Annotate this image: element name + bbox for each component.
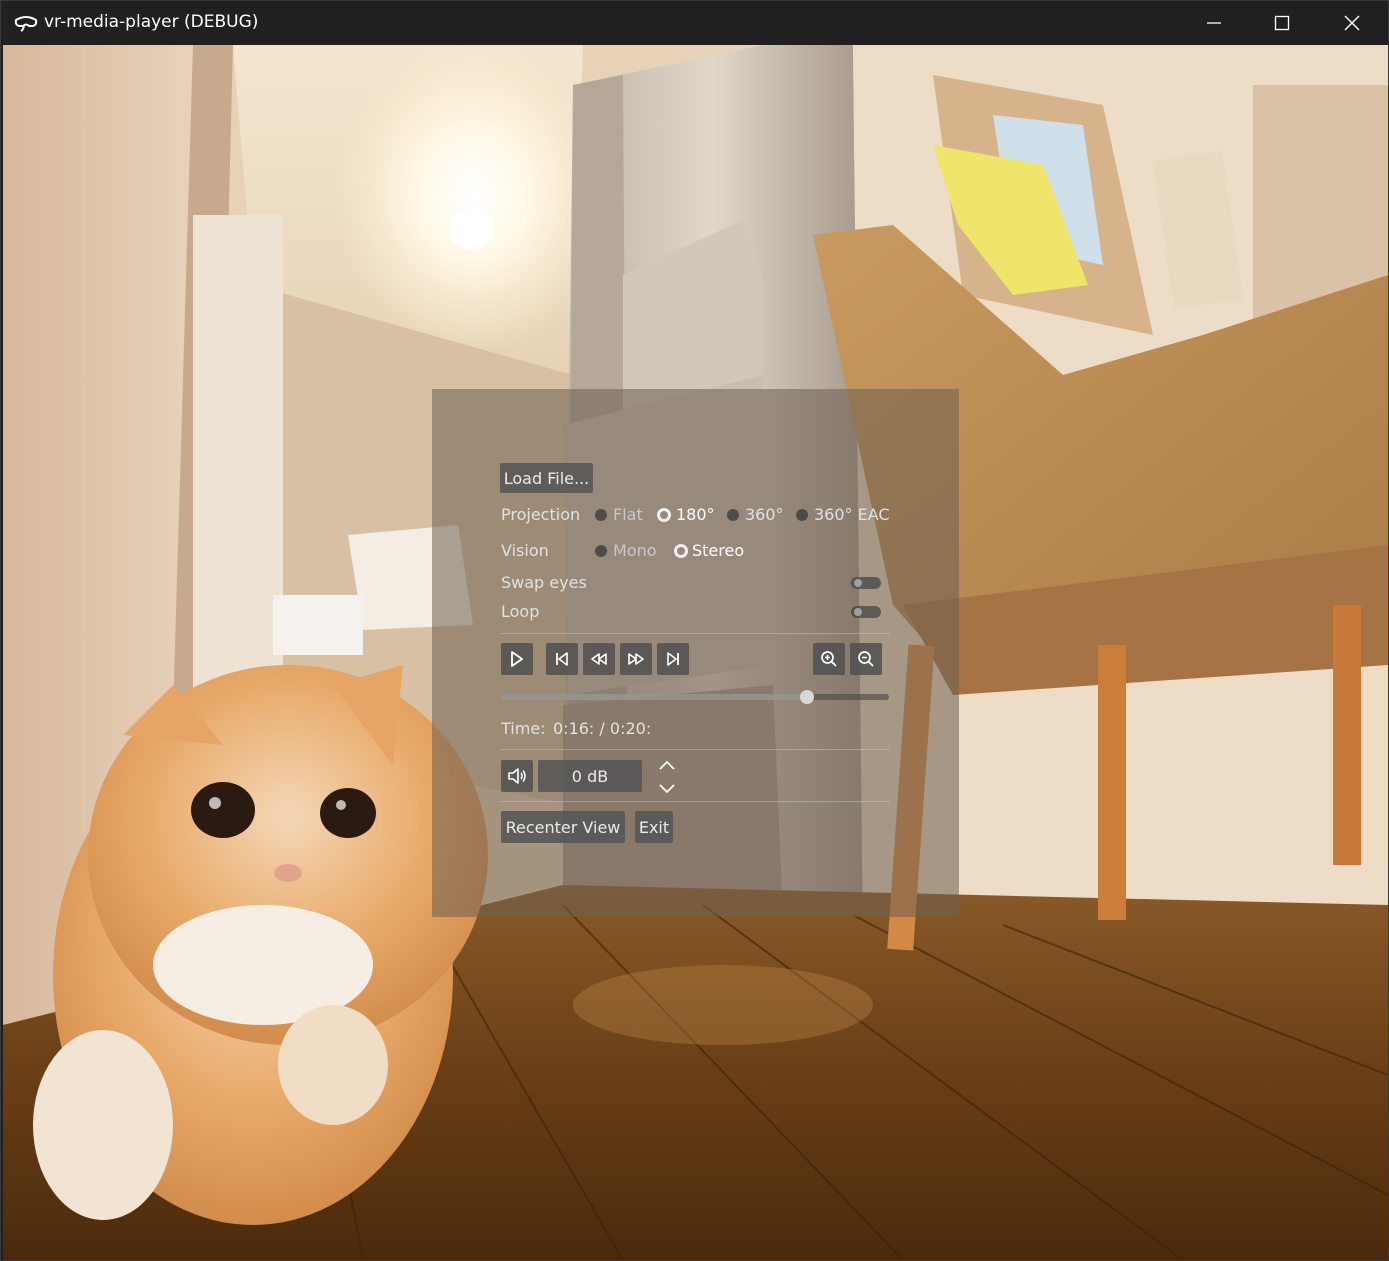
minimize-button[interactable] (1180, 1, 1248, 45)
fast-forward-icon (627, 652, 645, 666)
skip-previous-button[interactable] (546, 643, 578, 675)
loop-toggle[interactable] (851, 606, 881, 618)
zoom-out-icon (857, 650, 875, 668)
time-value: 0:16: / 0:20: (553, 719, 652, 738)
volume-up-button[interactable] (658, 756, 676, 770)
swap-eyes-toggle[interactable] (851, 577, 881, 589)
title-bar[interactable]: vr-media-player (DEBUG) (1, 1, 1388, 45)
toggle-knob (854, 608, 862, 616)
zoom-in-button[interactable] (813, 643, 845, 675)
speaker-icon (507, 767, 527, 785)
separator (500, 801, 890, 802)
recenter-view-button[interactable]: Recenter View (501, 811, 625, 843)
skip-next-button[interactable] (657, 643, 689, 675)
separator (500, 633, 890, 634)
close-button[interactable] (1318, 1, 1386, 45)
chevron-up-icon (658, 756, 676, 775)
projection-radio-flat[interactable] (595, 509, 607, 521)
recenter-view-label: Recenter View (505, 817, 621, 837)
zoom-out-button[interactable] (850, 643, 882, 675)
window-title: vr-media-player (DEBUG) (44, 12, 259, 32)
play-button[interactable] (501, 643, 533, 675)
projection-radio-360[interactable] (727, 509, 739, 521)
rewind-icon (590, 652, 608, 666)
skip-previous-icon (554, 651, 570, 667)
projection-label: Projection (501, 505, 581, 524)
loop-label: Loop (501, 602, 540, 621)
vision-option-mono[interactable]: Mono (613, 541, 657, 560)
maximize-button[interactable] (1248, 1, 1316, 45)
projection-option-360[interactable]: 360° (745, 505, 784, 524)
vision-label: Vision (501, 541, 549, 560)
vision-option-stereo[interactable]: Stereo (692, 541, 744, 560)
swap-eyes-label: Swap eyes (501, 573, 587, 592)
minimize-icon (1206, 15, 1222, 31)
time-label: Time: (501, 719, 546, 738)
zoom-in-icon (820, 650, 838, 668)
toggle-knob (854, 579, 862, 587)
chevron-down-icon (658, 780, 676, 799)
projection-option-180[interactable]: 180° (676, 505, 715, 524)
seek-handle[interactable] (800, 690, 814, 704)
seek-slider[interactable] (501, 690, 889, 704)
play-icon (510, 651, 524, 667)
vision-radio-stereo[interactable] (674, 544, 688, 558)
maximize-icon (1274, 15, 1290, 31)
projection-option-360-eac[interactable]: 360° EAC (814, 505, 890, 524)
separator (500, 749, 890, 750)
volume-value: 0 dB (571, 766, 609, 786)
fast-forward-button[interactable] (620, 643, 652, 675)
load-file-button[interactable]: Load File... (500, 463, 593, 493)
load-file-label: Load File... (503, 468, 590, 488)
volume-field[interactable]: 0 dB (538, 760, 642, 792)
projection-radio-360-eac[interactable] (796, 509, 808, 521)
volume-down-button[interactable] (658, 780, 676, 794)
exit-button[interactable]: Exit (635, 811, 673, 843)
skip-next-icon (665, 651, 681, 667)
video-viewport[interactable]: Load File... Projection Flat 180° 360° 3… (3, 45, 1388, 1260)
seek-fill (501, 694, 807, 700)
volume-button[interactable] (501, 760, 533, 792)
exit-label: Exit (638, 817, 670, 837)
app-window: vr-media-player (DEBUG) Load File... Pro… (0, 0, 1389, 1261)
projection-radio-180[interactable] (657, 508, 671, 522)
projection-option-flat[interactable]: Flat (613, 505, 643, 524)
vr-headset-icon (13, 13, 39, 33)
vision-radio-mono[interactable] (595, 545, 607, 557)
rewind-button[interactable] (583, 643, 615, 675)
close-icon (1343, 14, 1361, 32)
